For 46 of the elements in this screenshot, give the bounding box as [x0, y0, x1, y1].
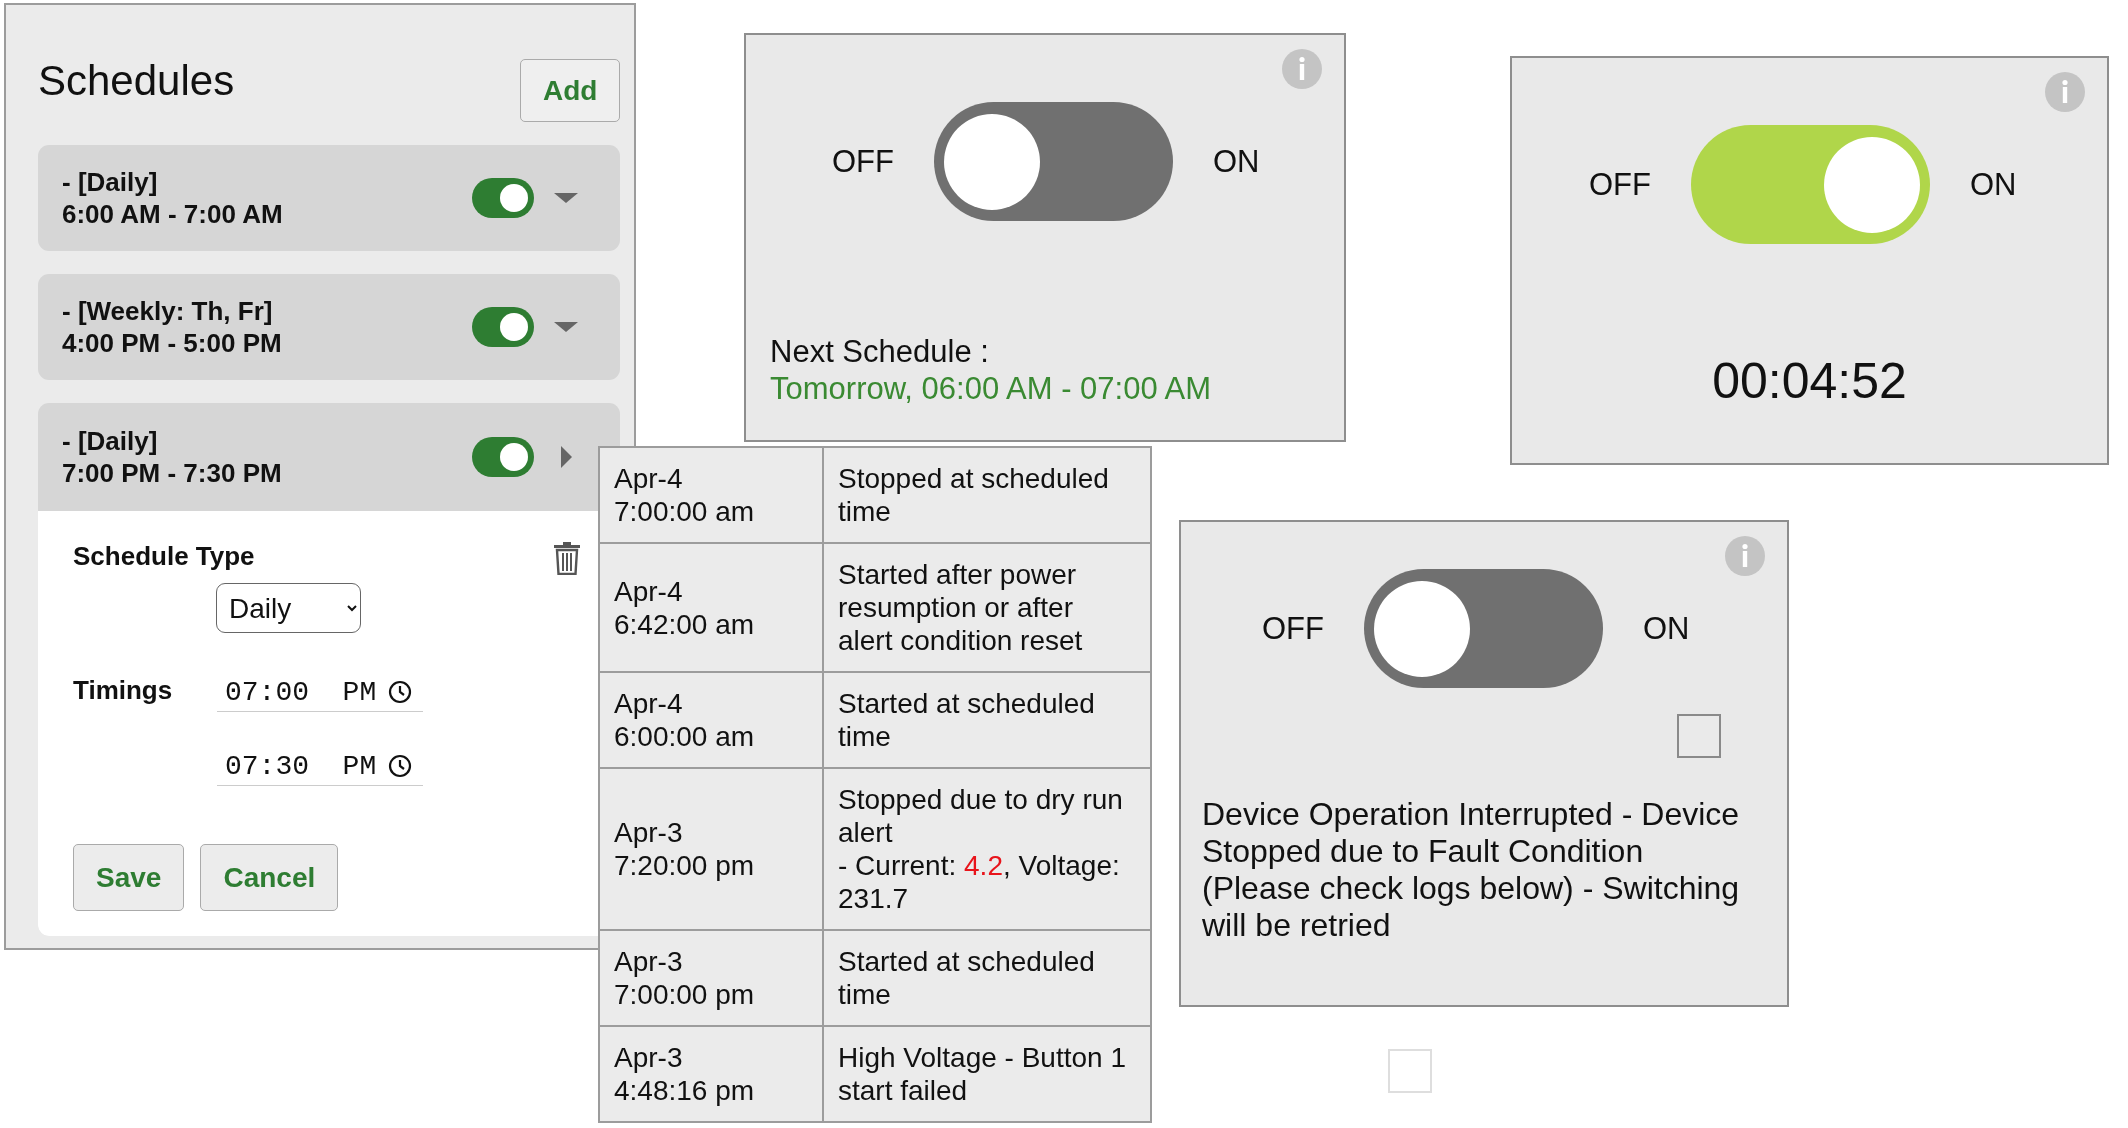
on-label: ON [1643, 610, 1690, 647]
timings-label: Timings [73, 675, 174, 707]
toggle-switch[interactable] [472, 178, 534, 218]
schedule-type-select[interactable]: Daily [216, 583, 361, 633]
on-label: ON [1970, 166, 2017, 203]
off-label: OFF [1589, 166, 1651, 203]
cancel-button[interactable]: Cancel [200, 844, 339, 911]
table-cell: High Voltage - Button 1 start failed [823, 1026, 1151, 1122]
table-cell: Stopped due to dry run alert - Current: 4.2, Voltage: 231.7 [823, 768, 1151, 930]
off-label: OFF [1262, 610, 1324, 647]
save-button[interactable]: Save [73, 844, 185, 911]
table-cell: Stopped at scheduled time [823, 447, 1151, 543]
table-cell: Started at scheduled time [823, 930, 1151, 1026]
panel-title: Schedules [38, 57, 235, 105]
schedule-card[interactable]: - [Weekly: Th, Fr] 4:00 PM - 5:00 PM [38, 274, 620, 380]
clock-icon[interactable] [388, 680, 413, 704]
table-cell: Apr-4 6:42:00 am [599, 543, 823, 672]
schedule-time-text: 6:00 AM - 7:00 AM [62, 198, 283, 230]
clock-icon[interactable] [388, 754, 413, 778]
countdown-timer: 00:04:52 [1711, 352, 1908, 410]
table-cell: Apr-3 7:00:00 pm [599, 930, 823, 1026]
toggle-switch[interactable] [472, 437, 534, 477]
table-cell: Apr-4 6:00:00 am [599, 672, 823, 768]
next-schedule-value: Tomorrow, 06:00 AM - 07:00 AM [770, 370, 1213, 407]
schedule-type-label: Schedule Type [73, 541, 255, 572]
toggle-switch[interactable] [472, 307, 534, 347]
checkbox[interactable] [1677, 714, 1721, 758]
trash-icon[interactable] [553, 541, 581, 575]
off-label: OFF [832, 143, 894, 180]
schedule-time-text: 4:00 PM - 5:00 PM [62, 327, 282, 359]
table-cell: Apr-3 4:48:16 pm [599, 1026, 823, 1122]
schedule-card[interactable]: - [Daily] 6:00 AM - 7:00 AM [38, 145, 620, 251]
schedule-time-text: 7:00 PM - 7:30 PM [62, 457, 282, 489]
fault-message: Device Operation Interrupted - Device Stopped due to Fault Condition (Please check logs below) - Switching will be retried [1202, 796, 1741, 944]
schedule-type-text: - [Weekly: Th, Fr] [62, 295, 274, 327]
table-cell: Started at scheduled time [823, 672, 1151, 768]
next-schedule-label: Next Schedule : [770, 333, 990, 370]
schedule-type-text: - [Daily] [62, 425, 159, 457]
schedule-type-text: - [Daily] [62, 166, 159, 198]
table-cell: Apr-3 7:20:00 pm [599, 768, 823, 930]
add-button[interactable]: Add [520, 59, 620, 122]
table-cell: Apr-4 7:00:00 am [599, 447, 823, 543]
time-field[interactable]: 07:30 PM [217, 747, 423, 786]
table-cell: Started after power resumption or after alert condition reset [823, 543, 1151, 672]
time-field[interactable]: 07:00 PM [217, 673, 423, 712]
on-label: ON [1213, 143, 1260, 180]
